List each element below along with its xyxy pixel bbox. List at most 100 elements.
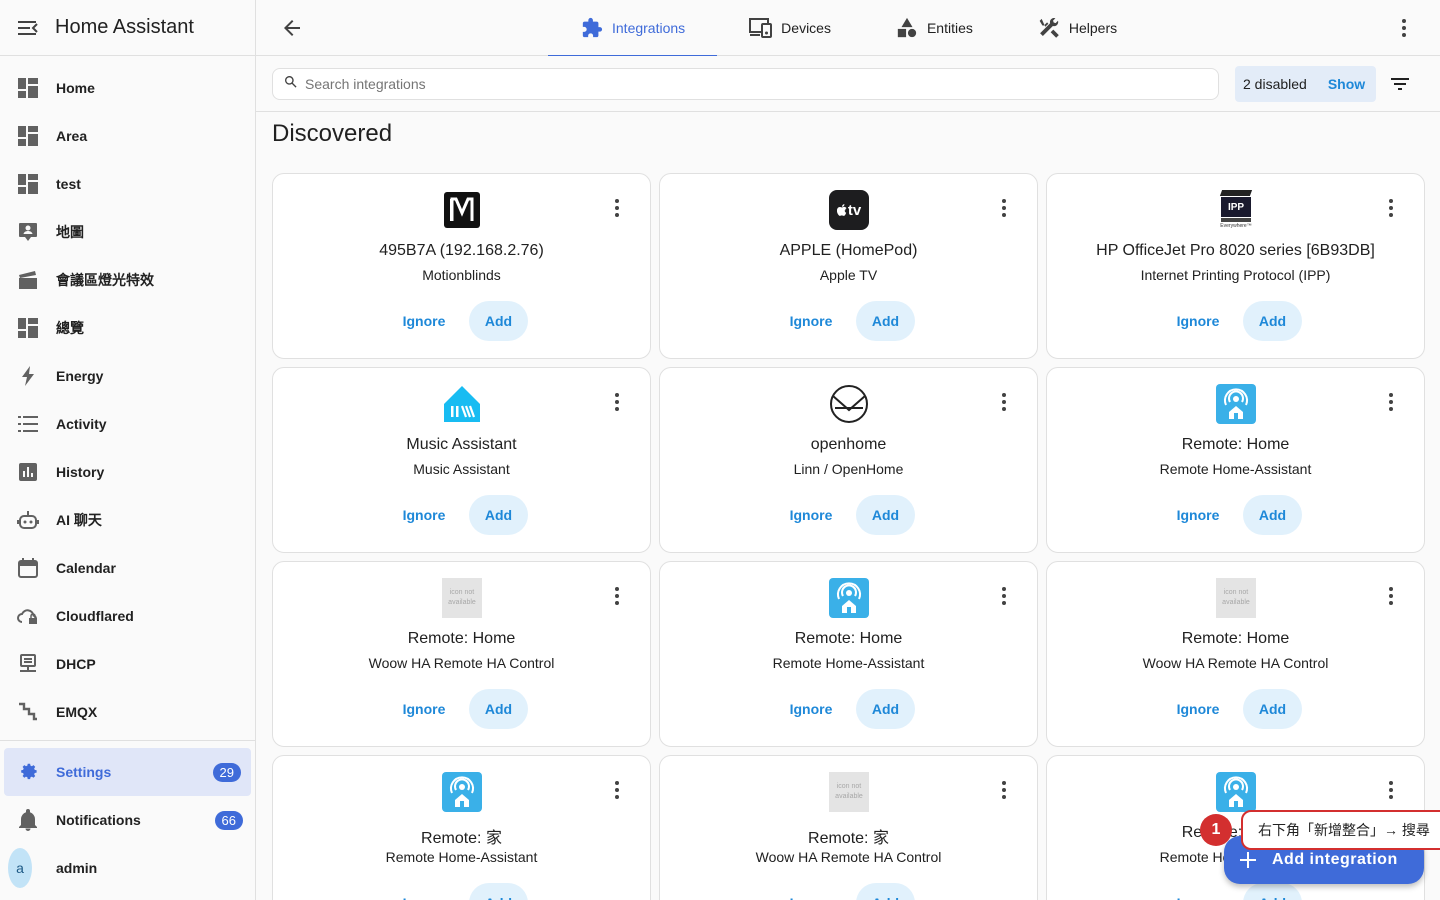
icon-not-available-placeholder: icon not available <box>442 578 482 618</box>
sidebar-item-label: Notifications <box>56 812 141 828</box>
discovered-integration-card: Remote: Home Remote Home-Assistant IgnoreA… <box>1046 367 1425 553</box>
plus-icon <box>1240 852 1256 868</box>
discovered-integration-card: IPP Everywhere™ HP OfficeJet Pro 8020 seri… <box>1046 173 1425 359</box>
sidebar-item[interactable]: AI 聊天 <box>0 496 255 544</box>
tab-label: Devices <box>781 20 831 36</box>
ignore-button[interactable]: Ignore <box>776 689 846 729</box>
sidebar-item[interactable]: Energy <box>0 352 255 400</box>
add-button[interactable]: Add <box>469 689 528 729</box>
integration-domain: Music Assistant <box>413 461 510 477</box>
back-arrow-icon[interactable] <box>280 16 304 40</box>
chart-box-icon <box>16 460 40 484</box>
tab-bar: Integrations Devices Entities Helpers <box>548 0 1149 57</box>
card-more-vert-icon[interactable] <box>605 778 629 802</box>
discovered-integration-card: icon not available Remote: Home Woow HA Rem… <box>1046 561 1425 747</box>
add-button[interactable]: Add <box>469 883 528 900</box>
sidebar-item[interactable]: 地圖 <box>0 208 255 256</box>
ignore-button[interactable]: Ignore <box>389 301 459 341</box>
ignore-button[interactable]: Ignore <box>776 495 846 535</box>
sidebar-item[interactable]: Calendar <box>0 544 255 592</box>
menu-collapse-icon[interactable] <box>16 16 40 40</box>
integration-name: Remote: Home <box>794 630 903 647</box>
ignore-button[interactable]: Ignore <box>1163 689 1233 729</box>
add-button[interactable]: Add <box>1243 301 1302 341</box>
card-more-vert-icon[interactable] <box>605 196 629 220</box>
card-more-vert-icon[interactable] <box>1379 778 1403 802</box>
tab-entities[interactable]: Entities <box>863 0 1005 56</box>
sidebar-item[interactable]: test <box>0 160 255 208</box>
ignore-button[interactable]: Ignore <box>389 883 459 900</box>
ipp-logo-icon: IPP Everywhere™ <box>1216 190 1256 230</box>
add-button[interactable]: Add <box>1243 883 1302 900</box>
sidebar-item[interactable]: Cloudflared <box>0 592 255 640</box>
sidebar-item-label: EMQX <box>56 704 98 720</box>
add-button[interactable]: Add <box>856 883 915 900</box>
search-input[interactable] <box>305 76 1185 92</box>
ignore-button[interactable]: Ignore <box>776 301 846 341</box>
card-more-vert-icon[interactable] <box>1379 390 1403 414</box>
devices-icon <box>749 16 773 40</box>
add-button[interactable]: Add <box>469 301 528 341</box>
add-button[interactable]: Add <box>856 301 915 341</box>
more-vert-icon[interactable] <box>1392 16 1416 40</box>
sidebar-header: Home Assistant <box>0 0 255 56</box>
integration-logo <box>1216 384 1256 424</box>
ignore-button[interactable]: Ignore <box>389 689 459 729</box>
card-more-vert-icon[interactable] <box>605 584 629 608</box>
sidebar-item[interactable]: 總覽 <box>0 304 255 352</box>
discovered-integration-card: icon not available Remote: 家 Woow HA Remote… <box>659 755 1038 900</box>
ignore-button[interactable]: Ignore <box>1163 495 1233 535</box>
integration-name: 495B7A (192.168.2.76) <box>379 242 544 259</box>
tab-label: Helpers <box>1068 20 1118 36</box>
add-button[interactable]: Add <box>856 495 915 535</box>
sidebar-item-label: Area <box>56 128 88 144</box>
show-disabled-button[interactable]: Show <box>1328 76 1365 92</box>
sidebar-item[interactable]: History <box>0 448 255 496</box>
disabled-filter-chip: 2 disabled Show <box>1235 66 1376 102</box>
section-title-discovered: Discovered <box>272 120 393 147</box>
add-button[interactable]: Add <box>469 495 528 535</box>
ignore-button[interactable]: Ignore <box>389 495 459 535</box>
integration-logo: IPP Everywhere™ <box>1216 190 1256 230</box>
ignore-button[interactable]: Ignore <box>776 883 846 900</box>
integration-name: Remote: 家 <box>808 830 889 847</box>
sidebar-item-label: Calendar <box>56 560 116 576</box>
ignore-button[interactable]: Ignore <box>1163 883 1233 900</box>
gear-icon <box>16 760 40 784</box>
card-more-vert-icon[interactable] <box>992 390 1016 414</box>
icon-not-available-placeholder: icon not available <box>829 772 869 812</box>
sidebar-item[interactable]: Activity <box>0 400 255 448</box>
tab-label: Entities <box>926 20 973 36</box>
add-button[interactable]: Add <box>1243 689 1302 729</box>
add-button[interactable]: Add <box>1243 495 1302 535</box>
sidebar-item-settings[interactable]: Settings 29 <box>4 748 251 796</box>
card-more-vert-icon[interactable] <box>992 196 1016 220</box>
lightning-icon <box>16 364 40 388</box>
ignore-button[interactable]: Ignore <box>1163 301 1233 341</box>
card-more-vert-icon[interactable] <box>605 390 629 414</box>
apple-tv-logo-icon: tv <box>829 190 869 230</box>
sidebar-item[interactable]: Area <box>0 112 255 160</box>
card-more-vert-icon[interactable] <box>1379 584 1403 608</box>
card-more-vert-icon[interactable] <box>992 778 1016 802</box>
sidebar-item[interactable]: Home <box>0 64 255 112</box>
dashboard-icon <box>16 76 40 100</box>
card-more-vert-icon[interactable] <box>992 584 1016 608</box>
card-more-vert-icon[interactable] <box>1379 196 1403 220</box>
sidebar-item[interactable]: 會議區燈光特效 <box>0 256 255 304</box>
search-box[interactable] <box>272 68 1219 100</box>
filter-icon[interactable] <box>1388 72 1412 96</box>
sidebar-item-notifications[interactable]: Notifications 66 <box>0 796 255 844</box>
discovered-integration-card: 495B7A (192.168.2.76) Motionblinds Ignore A… <box>272 173 651 359</box>
remote-home-assistant-logo-icon <box>1216 772 1256 812</box>
add-button[interactable]: Add <box>856 689 915 729</box>
integration-logo <box>1216 772 1256 812</box>
sidebar-item[interactable]: DHCP <box>0 640 255 688</box>
tab-helpers[interactable]: Helpers <box>1005 0 1149 56</box>
integration-logo <box>442 190 482 230</box>
tab-integrations[interactable]: Integrations <box>548 0 718 57</box>
sidebar-item-user[interactable]: a admin <box>0 844 255 892</box>
sidebar-item[interactable]: EMQX <box>0 688 255 736</box>
sidebar-item-label: Settings <box>56 764 112 780</box>
tab-devices[interactable]: Devices <box>717 0 863 56</box>
